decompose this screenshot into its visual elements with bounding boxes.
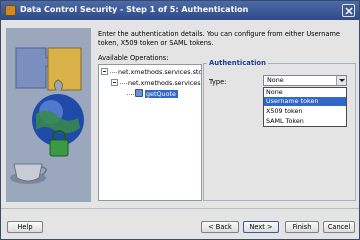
tree-connector xyxy=(120,82,127,84)
authentication-group-title: Authentication xyxy=(207,59,268,67)
cancel-button[interactable]: Cancel xyxy=(323,221,355,233)
type-label: Type: xyxy=(209,78,227,86)
help-button[interactable]: Help xyxy=(7,221,43,233)
collapse-toggle-icon[interactable] xyxy=(111,78,118,86)
operation-icon xyxy=(135,89,143,97)
type-dropdown-list[interactable]: None Username token X509 token SAML Toke… xyxy=(263,87,347,127)
type-select[interactable]: None xyxy=(263,75,347,86)
tree-node-service[interactable]: net.xmethods.services.stockq xyxy=(101,67,202,78)
tree-node-label: getQuote xyxy=(145,90,178,98)
intro-text: Enter the authentication details. You ca… xyxy=(98,30,340,47)
close-icon xyxy=(345,7,353,15)
type-option-saml-token[interactable]: SAML Token xyxy=(264,117,346,126)
next-button[interactable]: Next > xyxy=(243,221,279,233)
tree-node-port[interactable]: net.xmethods.services.sto xyxy=(111,78,201,89)
type-option-x509-token[interactable]: X509 token xyxy=(264,107,346,116)
title-bar[interactable]: Data Control Security - Step 1 of 5: Aut… xyxy=(1,1,359,20)
type-option-none[interactable]: None xyxy=(264,88,346,97)
type-option-username-token[interactable]: Username token xyxy=(264,97,346,106)
back-button[interactable]: < Back xyxy=(201,221,239,233)
window-title: Data Control Security - Step 1 of 5: Aut… xyxy=(20,5,249,14)
wizard-illustration xyxy=(6,28,91,202)
type-select-value: None xyxy=(267,76,284,84)
app-icon xyxy=(5,5,16,16)
available-operations-label: Available Operations: xyxy=(98,54,169,62)
tree-connector xyxy=(127,93,134,95)
close-button[interactable] xyxy=(342,4,355,17)
wizard-window: Data Control Security - Step 1 of 5: Aut… xyxy=(0,0,360,240)
tree-node-label: net.xmethods.services.stockq xyxy=(118,68,202,76)
tree-node-operation[interactable]: getQuote xyxy=(127,89,178,100)
tree-node-label: net.xmethods.services.sto xyxy=(128,79,201,87)
chevron-down-icon[interactable] xyxy=(336,76,346,85)
finish-button[interactable]: Finish xyxy=(285,221,319,233)
tree-connector xyxy=(110,71,117,73)
collapse-toggle-icon[interactable] xyxy=(101,67,108,75)
footer-divider xyxy=(1,208,359,209)
operations-tree[interactable]: net.xmethods.services.stockq net.xmethod… xyxy=(98,64,202,201)
